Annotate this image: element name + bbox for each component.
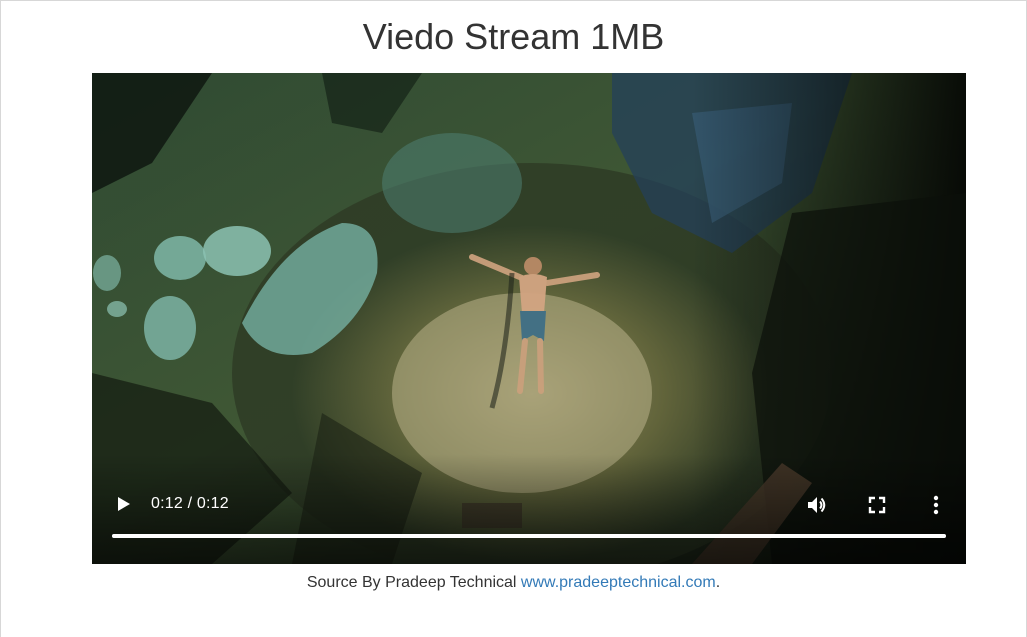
play-button[interactable] bbox=[112, 493, 134, 515]
more-vertical-icon bbox=[933, 495, 939, 515]
time-display: 0:12 / 0:12 bbox=[151, 494, 229, 514]
source-link[interactable]: www.pradeeptechnical.com bbox=[521, 574, 716, 591]
fullscreen-button[interactable] bbox=[866, 494, 888, 516]
more-options-button[interactable] bbox=[928, 493, 944, 517]
page: Viedo Stream 1MB 0:12 / 0:12 Source By P… bbox=[0, 0, 1027, 637]
source-suffix: . bbox=[715, 574, 721, 591]
progress-bar[interactable] bbox=[112, 534, 946, 538]
progress-fill bbox=[112, 534, 946, 538]
time-separator: / bbox=[182, 495, 197, 512]
source-prefix: Source By Pradeep Technical bbox=[306, 574, 521, 591]
duration: 0:12 bbox=[196, 495, 229, 512]
volume-icon bbox=[808, 497, 826, 513]
fullscreen-icon bbox=[868, 496, 886, 514]
video-player[interactable]: 0:12 / 0:12 bbox=[92, 73, 966, 564]
play-icon bbox=[118, 497, 130, 511]
volume-button[interactable] bbox=[805, 493, 829, 517]
current-time: 0:12 bbox=[151, 495, 183, 512]
page-title: Viedo Stream 1MB bbox=[362, 16, 665, 57]
source-credit: Source By Pradeep Technical www.pradeept… bbox=[1, 573, 1026, 593]
